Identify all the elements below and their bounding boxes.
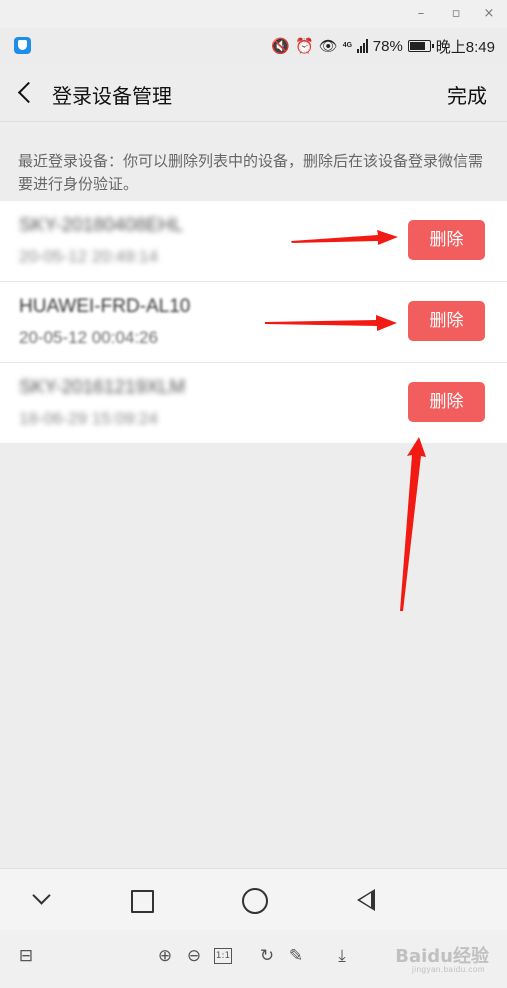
zoom-out-icon[interactable]: ⊖	[183, 945, 205, 967]
mute-icon: 🔇	[271, 37, 291, 55]
android-nav-bar	[0, 868, 507, 930]
device-row: HUAWEI-FRD-AL10 20-05-12 00:04:26 删除	[0, 282, 507, 363]
delete-button[interactable]: 删除	[408, 220, 485, 260]
title-bar: 登录设备管理 完成	[0, 64, 507, 122]
done-button[interactable]: 完成	[447, 80, 487, 109]
watermark-url: jingyan.baidu.com	[412, 965, 485, 974]
section-description: 最近登录设备：你可以删除列表中的设备，删除后在该设备登录微信需要进行身份验证。	[18, 153, 484, 193]
zoom-in-icon[interactable]: ⊕	[154, 945, 176, 967]
rotate-icon[interactable]: ↻	[256, 945, 278, 967]
viewer-title-bar: – ▫ ×	[0, 0, 507, 28]
minimize-icon[interactable]: –	[411, 4, 431, 24]
back-triangle-icon[interactable]	[349, 882, 385, 918]
device-row: SKY-20161219XLM 18-06-29 15:09:24 删除	[0, 363, 507, 443]
download-icon[interactable]: ⤓	[331, 945, 353, 967]
home-circle-icon[interactable]	[236, 882, 272, 918]
device-name: SKY-20161219XLM	[19, 377, 186, 398]
recents-square-icon[interactable]	[123, 882, 159, 918]
device-list: SKY-20180408EHL 20-05-12 20:49:14 删除 HUA…	[0, 201, 507, 443]
delete-button[interactable]: 删除	[408, 301, 485, 341]
edit-pencil-icon[interactable]: ✎	[285, 945, 307, 967]
close-icon[interactable]: ×	[479, 4, 499, 24]
security-app-icon	[14, 37, 31, 54]
network-type: 4G	[342, 42, 353, 49]
device-login-time: 20-05-12 20:49:14	[19, 247, 158, 266]
thumbnail-icon[interactable]: ⊟	[15, 945, 37, 967]
device-name: SKY-20180408EHL	[19, 215, 184, 236]
signal-icon	[356, 39, 368, 53]
device-login-time: 18-06-29 15:09:24	[19, 409, 158, 428]
battery-icon	[407, 40, 434, 52]
back-arrow-icon[interactable]	[14, 78, 40, 106]
watermark-logo: Baidu经验 jingyan.baidu.com	[379, 942, 489, 976]
viewer-toolbar: ⊟ ⊕ ⊖ 1:1 ↻ ✎ ⤓ Baidu经验 jingyan.baidu.co…	[0, 930, 507, 988]
battery-percent: 78%	[372, 37, 403, 55]
device-row: SKY-20180408EHL 20-05-12 20:49:14 删除	[0, 201, 507, 282]
actual-size-icon[interactable]: 1:1	[214, 948, 232, 964]
clock: 晚上8:49	[435, 38, 495, 56]
eye-comfort-icon: 👁	[318, 37, 338, 55]
chevron-down-icon[interactable]	[24, 882, 60, 918]
device-login-time: 20-05-12 00:04:26	[19, 328, 158, 347]
page-title: 登录设备管理	[52, 86, 172, 108]
alarm-icon: ⏰	[295, 37, 314, 55]
annotation-arrow	[400, 437, 426, 611]
device-name: HUAWEI-FRD-AL10	[19, 296, 191, 317]
annotation-arrows	[265, 230, 426, 611]
status-bar: 🔇 ⏰ 👁 4G 78% 晚上8:49	[0, 28, 507, 64]
delete-button[interactable]: 删除	[408, 382, 485, 422]
maximize-icon[interactable]: ▫	[446, 4, 466, 24]
